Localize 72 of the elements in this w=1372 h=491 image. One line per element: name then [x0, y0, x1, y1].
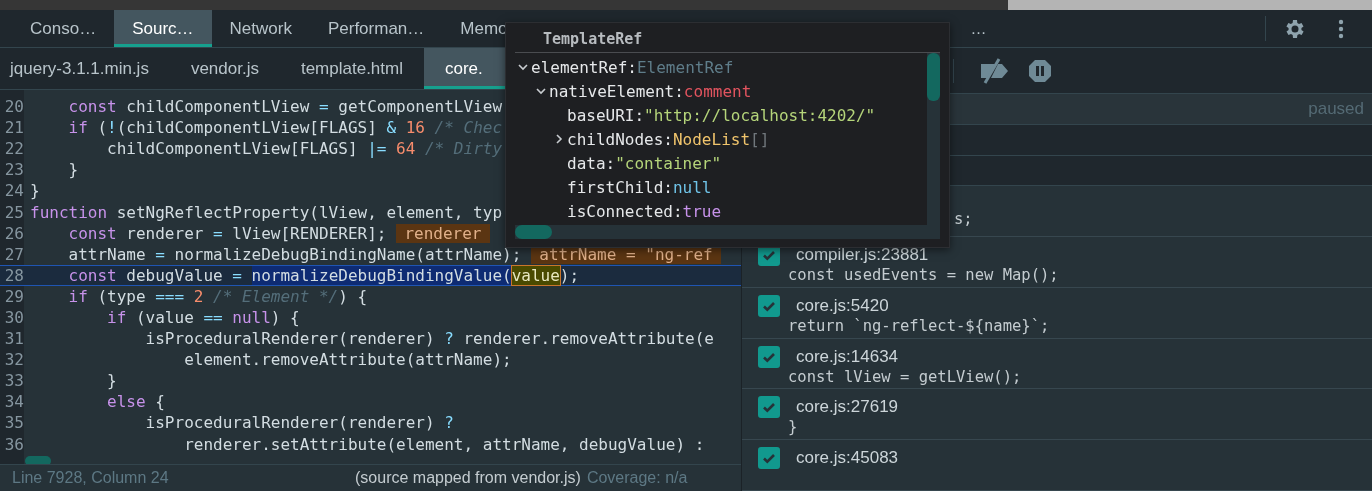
line-number: 33	[3, 371, 25, 391]
scrollbar-thumb[interactable]	[927, 53, 940, 101]
breakpoint-code: const lView = getLView();	[787, 367, 1023, 386]
line-number: 27	[3, 244, 25, 264]
property-entry: childNodes:NodeList[]	[567, 129, 770, 149]
code-line: else {	[106, 392, 165, 412]
line-number: 28	[3, 265, 25, 285]
breakpoint-location[interactable]: core.js:14634	[796, 346, 899, 367]
breakpoint-code: s;	[954, 210, 974, 229]
line-number: 25	[3, 202, 25, 222]
panel-tab[interactable]: Network	[211, 10, 310, 47]
debugger-status: paused	[1308, 99, 1364, 120]
line-number: 34	[3, 392, 25, 412]
checkbox[interactable]	[758, 447, 780, 470]
line-number: 24	[3, 181, 25, 201]
line-number: 30	[3, 308, 25, 327]
panel-tab[interactable]: Conso…	[0, 10, 115, 47]
breakpoint-location[interactable]: compiler.js:23881	[796, 245, 929, 266]
code-line: const renderer = lView[RENDERER];	[67, 223, 387, 243]
breakpoint-location[interactable]: core.js:5420	[796, 295, 889, 316]
line-number: 23	[3, 160, 25, 180]
panel-tab[interactable]: …	[970, 10, 987, 47]
breakpoint-location[interactable]: core.js:27619	[796, 397, 899, 418]
cursor-position: Line 7928, Column 24	[12, 469, 170, 487]
breakpoint-code: return `ng-reflect-${name}`;	[787, 316, 1051, 335]
deactivate-breakpoints-icon[interactable]	[980, 57, 1010, 84]
code-line: element.removeAttribute(attrName);	[183, 350, 512, 370]
source-map-note: (source mapped from vendor.js)	[355, 469, 581, 487]
breakpoint-location[interactable]: core.js:45083	[796, 448, 899, 469]
scrollbar-thumb[interactable]	[515, 225, 552, 239]
property-entry: isConnected:true	[567, 201, 722, 221]
line-number: 26	[3, 223, 25, 243]
popover-title: TemplateRef	[515, 23, 940, 53]
code-line: const childComponentLView = getComponentLView	[67, 97, 502, 117]
code-line: }	[30, 181, 40, 201]
code-line: if (value == null) {	[106, 308, 300, 327]
file-tab[interactable]: jquery-3.1.1.min.js	[0, 48, 170, 89]
property-entry: nativeElement:comment	[549, 81, 752, 101]
line-number: 21	[3, 118, 25, 138]
code-line: }	[67, 160, 79, 180]
code-line: isProceduralRenderer(renderer) ?	[144, 413, 454, 433]
line-number: 32	[3, 350, 25, 370]
property-entry: firstChild:null	[567, 177, 712, 197]
property-entry: baseURI:"http://localhost:4202/"	[567, 105, 876, 125]
line-number: 31	[3, 329, 25, 349]
checkbox[interactable]	[758, 396, 780, 419]
property-entry: elementRef:ElementRef	[531, 57, 734, 77]
code-line: function setNgReflectProperty(lView, element, typ	[30, 202, 502, 222]
property-entry: data:"container"	[567, 153, 722, 173]
code-line: childComponentLView[FLAGS] |= 64 /* Dirty	[106, 139, 503, 159]
file-tab[interactable]: template.html	[279, 48, 424, 89]
line-number: 35	[3, 413, 25, 433]
inline-value: renderer	[396, 223, 490, 243]
code-line: if (!(childComponentLView[FLAGS] & 16 /* Chec	[67, 118, 503, 138]
code-line: attrName = normalizeDebugBindingName(attrName);	[67, 244, 522, 264]
line-number: 20	[3, 97, 25, 117]
panel-tab[interactable]: Performan…	[309, 10, 443, 47]
breakpoint-code: const usedEvents = new Map();	[787, 266, 1060, 285]
line-number: 36	[3, 434, 25, 454]
line-number: 22	[3, 139, 25, 159]
code-line: isProceduralRenderer(renderer) ? renderer.removeAttribute(e	[144, 329, 714, 349]
checkbox[interactable]	[758, 294, 780, 317]
pause-icon[interactable]	[1028, 58, 1052, 83]
menu-icon[interactable]	[1338, 18, 1344, 39]
code-line: }	[106, 371, 117, 391]
file-tab[interactable]: vendor.js	[169, 48, 280, 89]
panel-tab[interactable]: Sourc…	[114, 10, 212, 47]
checkbox[interactable]	[758, 345, 780, 368]
code-line: if (type === 2 /* Element */) {	[67, 286, 368, 306]
code-line: renderer.setAttribute(element, attrName, debugValue) :	[183, 434, 705, 454]
breakpoint-code: }	[787, 418, 799, 437]
line-number: 29	[3, 286, 25, 306]
